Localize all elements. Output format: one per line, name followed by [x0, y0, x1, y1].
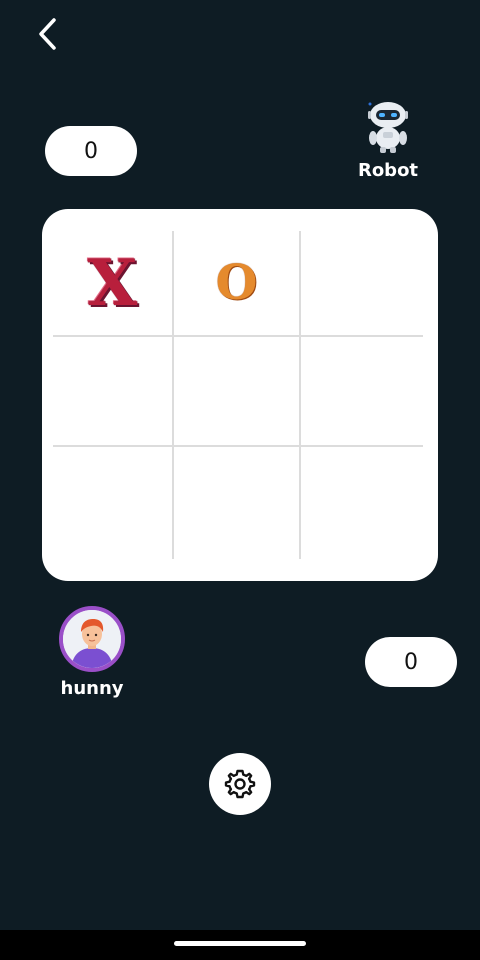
board-cell-2[interactable]: O	[174, 231, 301, 337]
settings-button[interactable]	[209, 753, 271, 815]
gear-icon	[224, 769, 256, 799]
board-cell-8[interactable]	[174, 447, 301, 559]
board-grid: X O	[53, 231, 423, 569]
human-score: 0	[365, 637, 457, 687]
robot-score: 0	[45, 126, 137, 176]
board-cell-6[interactable]	[301, 337, 423, 447]
board-cell-4[interactable]	[53, 337, 174, 447]
home-indicator[interactable]	[174, 941, 306, 946]
back-button[interactable]	[28, 14, 68, 54]
user-avatar-icon	[59, 606, 125, 672]
human-player: hunny	[56, 606, 128, 699]
board-cell-3[interactable]	[301, 231, 423, 337]
robot-name: Robot	[357, 160, 419, 181]
game-board: X O	[42, 209, 438, 581]
robot-player: Robot	[356, 98, 420, 181]
chevron-left-icon	[39, 18, 56, 50]
robot-icon	[368, 102, 408, 153]
game-screen: 0 Robot X O hunny 0	[0, 0, 480, 960]
board-cell-7[interactable]	[53, 447, 174, 559]
board-cell-1[interactable]: X	[53, 231, 174, 337]
board-cell-5[interactable]	[174, 337, 301, 447]
human-name: hunny	[60, 678, 124, 699]
board-cell-9[interactable]	[301, 447, 423, 559]
